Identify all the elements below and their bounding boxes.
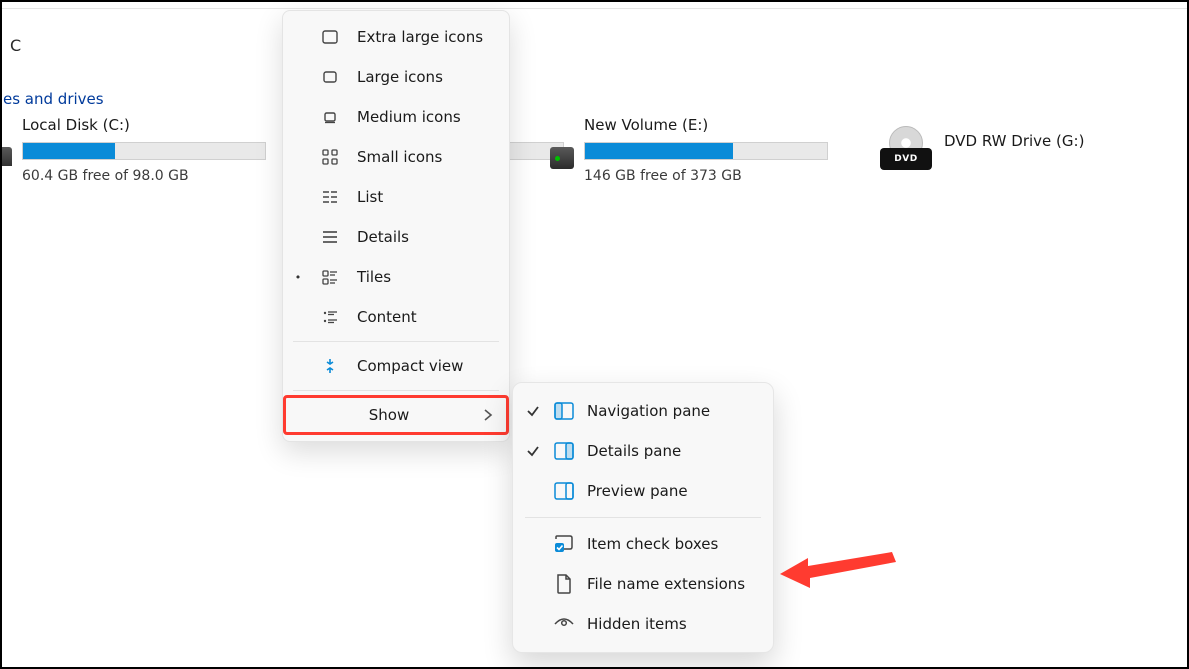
content-icon (319, 306, 341, 328)
dvd-drive-icon: DVD (878, 114, 934, 170)
drive-item-dvd[interactable]: DVD DVD RW Drive (G:) (878, 114, 1118, 184)
storage-bar (22, 142, 266, 160)
menu-separator (525, 517, 761, 518)
compact-icon (319, 355, 341, 377)
breadcrumb-tail: C (10, 36, 21, 55)
menu-item-large-icons[interactable]: Large icons (283, 57, 509, 97)
menu-item-details[interactable]: Details (283, 217, 509, 257)
preview-pane-icon (553, 480, 575, 502)
menu-item-tiles[interactable]: • Tiles (283, 257, 509, 297)
check-icon (525, 444, 541, 458)
header-separator (2, 8, 1187, 9)
menu-item-content[interactable]: Content (283, 297, 509, 337)
xl-icons-icon (319, 26, 341, 48)
submenu-item-file-name-extensions[interactable]: File name extensions (513, 564, 773, 604)
small-icons-icon (319, 146, 341, 168)
details-icon (319, 226, 341, 248)
menu-item-small-icons[interactable]: Small icons (283, 137, 509, 177)
submenu-item-navigation-pane[interactable]: Navigation pane (513, 391, 773, 431)
selected-bullet-icon: • (293, 271, 303, 284)
drive-free-text: 146 GB free of 373 GB (584, 168, 850, 184)
drive-item-c[interactable]: Local Disk (C:) 60.4 GB free of 98.0 GB (2, 114, 270, 184)
section-heading-devices[interactable]: es and drives (3, 90, 104, 108)
menu-item-show[interactable]: Show (283, 395, 509, 435)
hdd-icon (2, 114, 12, 166)
menu-item-compact-view[interactable]: Compact view (283, 346, 509, 386)
medium-icons-icon (319, 106, 341, 128)
large-icons-icon (319, 66, 341, 88)
submenu-item-item-check-boxes[interactable]: Item check boxes (513, 524, 773, 564)
check-boxes-icon (553, 533, 575, 555)
submenu-item-hidden-items[interactable]: Hidden items (513, 604, 773, 644)
drive-item-e[interactable]: New Volume (E:) 146 GB free of 373 GB (550, 114, 850, 184)
drive-free-text: 60.4 GB free of 98.0 GB (22, 168, 270, 184)
tiles-icon (319, 266, 341, 288)
chevron-right-icon (483, 409, 493, 421)
view-context-menu: Extra large icons Large icons Medium ico… (282, 10, 510, 442)
annotation-arrow (780, 544, 900, 604)
menu-separator (293, 390, 499, 391)
drive-name: DVD RW Drive (G:) (944, 132, 1118, 150)
drive-name: New Volume (E:) (584, 116, 850, 134)
details-pane-icon (553, 440, 575, 462)
list-icon (319, 186, 341, 208)
menu-separator (293, 341, 499, 342)
submenu-item-details-pane[interactable]: Details pane (513, 431, 773, 471)
nav-pane-icon (553, 400, 575, 422)
show-submenu: Navigation pane Details pane Preview pan… (512, 382, 774, 653)
storage-bar (584, 142, 828, 160)
hdd-icon (550, 114, 574, 166)
drives-row: Local Disk (C:) 60.4 GB free of 98.0 GB … (2, 114, 1187, 184)
menu-item-medium-icons[interactable]: Medium icons (283, 97, 509, 137)
hidden-items-icon (553, 613, 575, 635)
menu-item-list[interactable]: List (283, 177, 509, 217)
check-icon (525, 404, 541, 418)
file-ext-icon (553, 573, 575, 595)
menu-item-extra-large-icons[interactable]: Extra large icons (283, 17, 509, 57)
drive-name: Local Disk (C:) (22, 116, 270, 134)
submenu-item-preview-pane[interactable]: Preview pane (513, 471, 773, 511)
